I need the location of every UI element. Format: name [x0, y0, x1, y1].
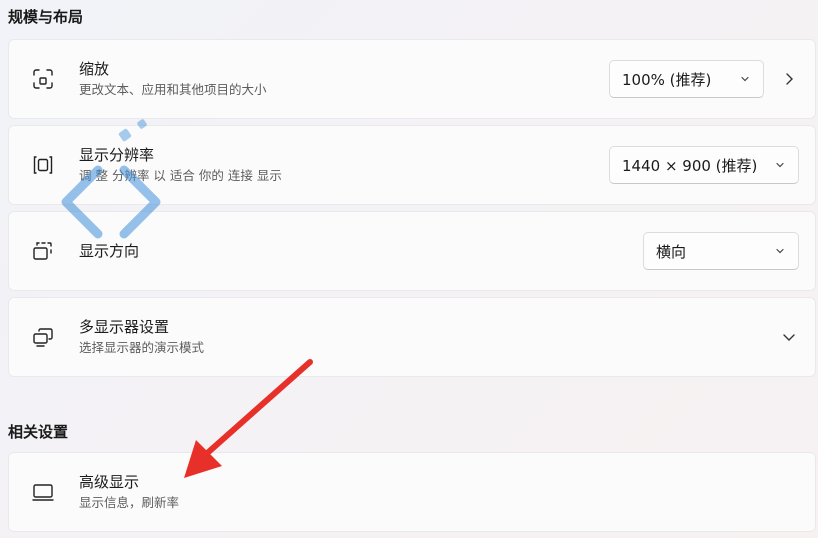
chevron-down-icon — [774, 159, 786, 171]
scale-dropdown-value: 100% (推荐) — [622, 70, 712, 89]
resolution-dropdown[interactable]: 1440 × 900 (推荐) — [609, 146, 799, 184]
scale-subtitle: 更改文本、应用和其他项目的大小 — [79, 82, 267, 97]
resolution-subtitle: 调 整 分辨率 以 适合 你的 连接 显示 — [79, 168, 282, 183]
resolution-setting-card[interactable]: 显示分辨率 调 整 分辨率 以 适合 你的 连接 显示 1440 × 900 (… — [8, 125, 816, 205]
chevron-right-icon[interactable] — [781, 71, 797, 87]
scale-setting-card[interactable]: 缩放 更改文本、应用和其他项目的大小 100% (推荐) — [8, 39, 816, 119]
orientation-icon — [31, 239, 55, 263]
advanced-display-subtitle: 显示信息，刷新率 — [79, 495, 180, 510]
scale-title: 缩放 — [79, 60, 110, 78]
orientation-dropdown[interactable]: 横向 — [643, 232, 799, 270]
resolution-frame-icon — [31, 153, 55, 177]
zoom-frame-icon — [31, 67, 55, 91]
resolution-text: 显示分辨率 调 整 分辨率 以 适合 你的 连接 显示 — [79, 145, 282, 185]
chevron-down-icon[interactable] — [781, 329, 797, 345]
orientation-text: 显示方向 — [79, 241, 139, 261]
resolution-title: 显示分辨率 — [79, 146, 155, 164]
section-header-related-settings: 相关设置 — [8, 423, 69, 441]
chevron-down-icon — [774, 245, 786, 257]
chevron-down-icon — [739, 73, 751, 85]
display-settings-page: 规模与布局 缩放 更改文本、应用和其他项目的大小 100% (推荐) 显示分辨率… — [0, 0, 818, 538]
scale-dropdown[interactable]: 100% (推荐) — [609, 60, 764, 98]
advanced-display-title: 高级显示 — [79, 473, 140, 491]
multi-display-subtitle: 选择显示器的演示模式 — [79, 340, 205, 355]
orientation-setting-card[interactable]: 显示方向 横向 — [8, 211, 816, 291]
multi-display-text: 多显示器设置 选择显示器的演示模式 — [79, 317, 204, 357]
multi-monitor-icon — [31, 325, 55, 349]
scale-text: 缩放 更改文本、应用和其他项目的大小 — [79, 59, 267, 99]
advanced-display-text: 高级显示 显示信息，刷新率 — [79, 472, 179, 512]
multi-display-title: 多显示器设置 — [79, 318, 170, 336]
orientation-title: 显示方向 — [79, 242, 140, 260]
monitor-icon — [31, 480, 55, 504]
advanced-display-setting-card[interactable]: 高级显示 显示信息，刷新率 — [8, 452, 816, 532]
section-header-scale-layout: 规模与布局 — [8, 8, 84, 26]
resolution-dropdown-value: 1440 × 900 (推荐) — [622, 156, 758, 175]
multi-display-setting-card[interactable]: 多显示器设置 选择显示器的演示模式 — [8, 297, 816, 377]
orientation-dropdown-value: 横向 — [656, 242, 687, 261]
